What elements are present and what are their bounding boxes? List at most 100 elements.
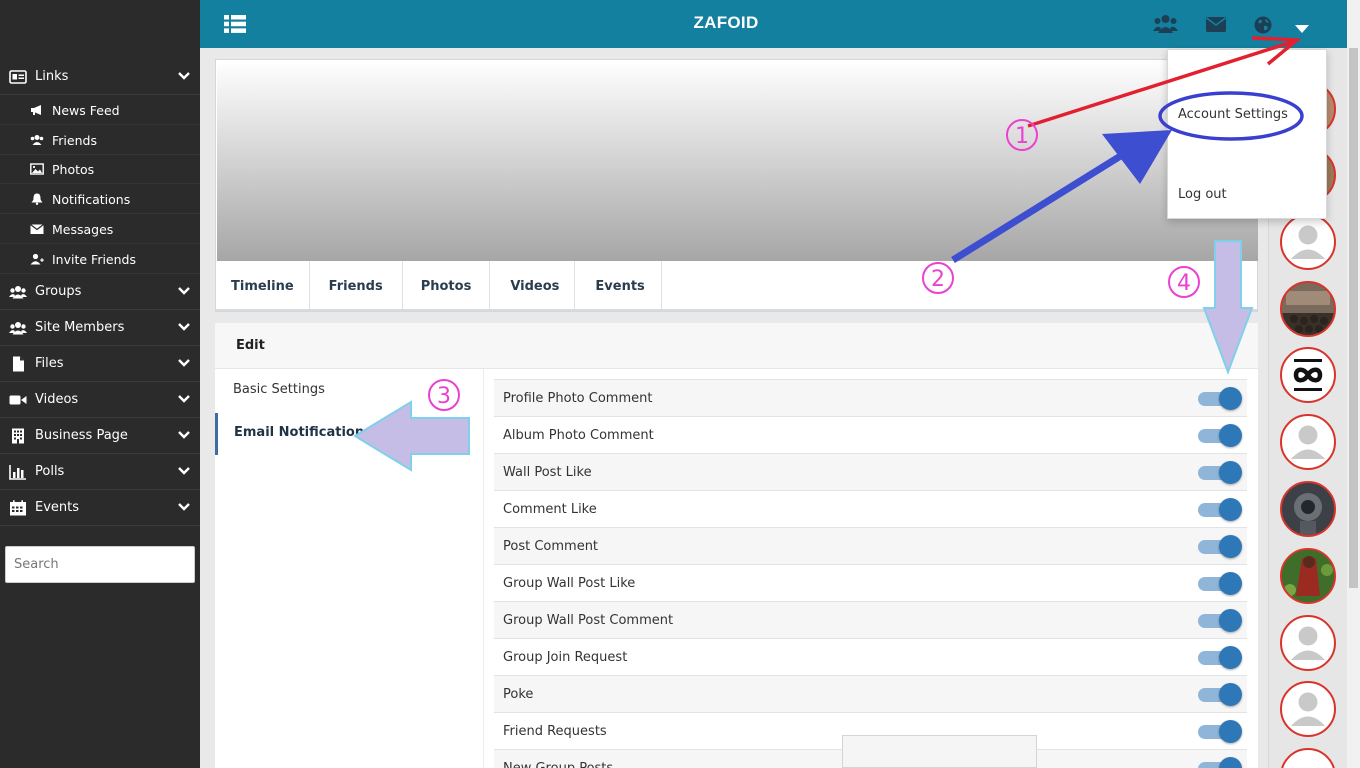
notification-toggle[interactable]: [1198, 683, 1242, 706]
bar-chart-icon: [9, 465, 26, 480]
notification-row: Group Join Request: [494, 638, 1247, 675]
profile-cover: Timeline Friends Photos Videos Events: [215, 59, 1258, 312]
avatar[interactable]: [1280, 548, 1336, 604]
sidebar-item-label: Notifications: [52, 192, 131, 207]
friends-icon[interactable]: [1153, 14, 1178, 34]
sidebar-search-input[interactable]: [5, 546, 195, 583]
sidebar-section-business-page[interactable]: Business Page: [0, 418, 200, 454]
sidebar-section-label: Links: [35, 69, 69, 84]
toggle-knob: [1219, 609, 1242, 632]
tab-events[interactable]: Events: [575, 261, 662, 311]
building-icon: [12, 428, 24, 444]
notification-toggle[interactable]: [1198, 609, 1242, 632]
notification-toggle[interactable]: [1198, 498, 1242, 521]
chevron-down-icon: [178, 359, 190, 367]
settings-menu-email-notifications[interactable]: Email Notifications: [215, 413, 483, 455]
notification-toggle[interactable]: [1198, 572, 1242, 595]
notification-row: Wall Post Like: [494, 453, 1247, 490]
video-camera-icon: [9, 395, 27, 405]
notification-row: Poke: [494, 675, 1247, 712]
sidebar-section-links[interactable]: Links: [0, 59, 200, 95]
notification-label: Friend Requests: [503, 724, 607, 739]
sidebar-item-label: News Feed: [52, 103, 120, 118]
sidebar-section-events[interactable]: Events: [0, 490, 200, 526]
envelope-icon[interactable]: [1206, 17, 1226, 32]
settings-menu-basic[interactable]: Basic Settings: [215, 370, 483, 412]
notification-label: Comment Like: [503, 502, 597, 517]
logout-link[interactable]: Log out: [1178, 187, 1227, 202]
account-dropdown: Account Settings Log out: [1167, 49, 1327, 219]
sidebar-section-site-members[interactable]: Site Members: [0, 310, 200, 346]
avatar[interactable]: [1280, 681, 1336, 737]
file-icon: [13, 356, 24, 372]
notification-toggle[interactable]: [1198, 424, 1242, 447]
sidebar-section-videos[interactable]: Videos: [0, 382, 200, 418]
sidebar-item-photos[interactable]: Photos: [0, 154, 200, 184]
divider: [216, 309, 1257, 311]
notification-label: Wall Post Like: [503, 465, 592, 480]
page-scrollbar[interactable]: [1347, 0, 1360, 768]
sidebar-section-files[interactable]: Files: [0, 346, 200, 382]
sidebar-section-label: Site Members: [35, 320, 125, 335]
avatar[interactable]: [1280, 347, 1336, 403]
sidebar-section-label: Polls: [35, 464, 65, 479]
chevron-down-icon: [178, 287, 190, 295]
notification-label: Profile Photo Comment: [503, 391, 653, 406]
cover-photo: [217, 61, 1258, 261]
sidebar-item-label: Friends: [52, 133, 97, 148]
tab-timeline[interactable]: Timeline: [216, 261, 310, 311]
sidebar-item-messages[interactable]: Messages: [0, 214, 200, 244]
notification-toggle[interactable]: [1198, 646, 1242, 669]
tab-videos[interactable]: Videos: [490, 261, 576, 311]
notification-label: Poke: [503, 687, 534, 702]
sidebar-item-invite-friends[interactable]: Invite Friends: [0, 244, 200, 274]
sidebar-section-label: Groups: [35, 284, 82, 299]
scrollbar-thumb[interactable]: [1349, 48, 1358, 588]
notification-list: Profile Photo Comment Album Photo Comment…: [494, 379, 1247, 768]
toggle-knob: [1219, 572, 1242, 595]
tab-friends[interactable]: Friends: [310, 261, 403, 311]
sidebar-item-news-feed[interactable]: News Feed: [0, 95, 200, 125]
avatar[interactable]: [1280, 615, 1336, 671]
notification-toggle[interactable]: [1198, 720, 1242, 743]
sidebar-section-label: Events: [35, 500, 80, 515]
photo-thumbnail: [1282, 550, 1334, 602]
notification-toggle[interactable]: [1198, 461, 1242, 484]
caret-down-icon[interactable]: [1295, 25, 1309, 34]
sidebar-item-notifications[interactable]: Notifications: [0, 184, 200, 214]
users-icon: [9, 322, 27, 335]
megaphone-icon: [31, 105, 41, 115]
avatar[interactable]: [1280, 214, 1336, 270]
chevron-down-icon: [178, 467, 190, 475]
default-user-icon: [1291, 425, 1325, 459]
notification-toggle[interactable]: [1198, 535, 1242, 558]
site-brand[interactable]: ZAFOID: [200, 13, 1252, 33]
sidebar-section-label: Videos: [35, 392, 79, 407]
settings-title: Edit: [236, 338, 265, 353]
sidebar-section-polls[interactable]: Polls: [0, 454, 200, 490]
toggle-knob: [1219, 646, 1242, 669]
notification-label: Post Comment: [503, 539, 599, 554]
notification-row: Album Photo Comment: [494, 416, 1247, 453]
notification-label: Group Wall Post Comment: [503, 613, 674, 628]
notification-toggle[interactable]: [1198, 387, 1242, 410]
notification-row: Post Comment: [494, 527, 1247, 564]
globe-icon[interactable]: [1254, 16, 1272, 34]
avatar[interactable]: [1280, 748, 1336, 768]
photo-thumbnail: [1282, 283, 1334, 335]
tab-photos[interactable]: Photos: [403, 261, 491, 311]
account-settings-link[interactable]: Account Settings: [1178, 107, 1288, 122]
avatar[interactable]: [1280, 414, 1336, 470]
divider: [483, 369, 484, 768]
sidebar-item-friends[interactable]: Friends: [0, 125, 200, 155]
settings-menu-label: Basic Settings: [233, 382, 325, 397]
users-icon: [30, 135, 44, 145]
sidebar-item-label: Messages: [52, 222, 114, 237]
avatar[interactable]: [1280, 481, 1336, 537]
notification-toggle[interactable]: [1198, 757, 1242, 768]
default-user-icon: [1291, 225, 1325, 259]
settings-header: Edit: [215, 323, 1258, 369]
avatar[interactable]: [1280, 281, 1336, 337]
sidebar-section-groups[interactable]: Groups: [0, 274, 200, 310]
sidebar-section-label: Business Page: [35, 428, 128, 443]
